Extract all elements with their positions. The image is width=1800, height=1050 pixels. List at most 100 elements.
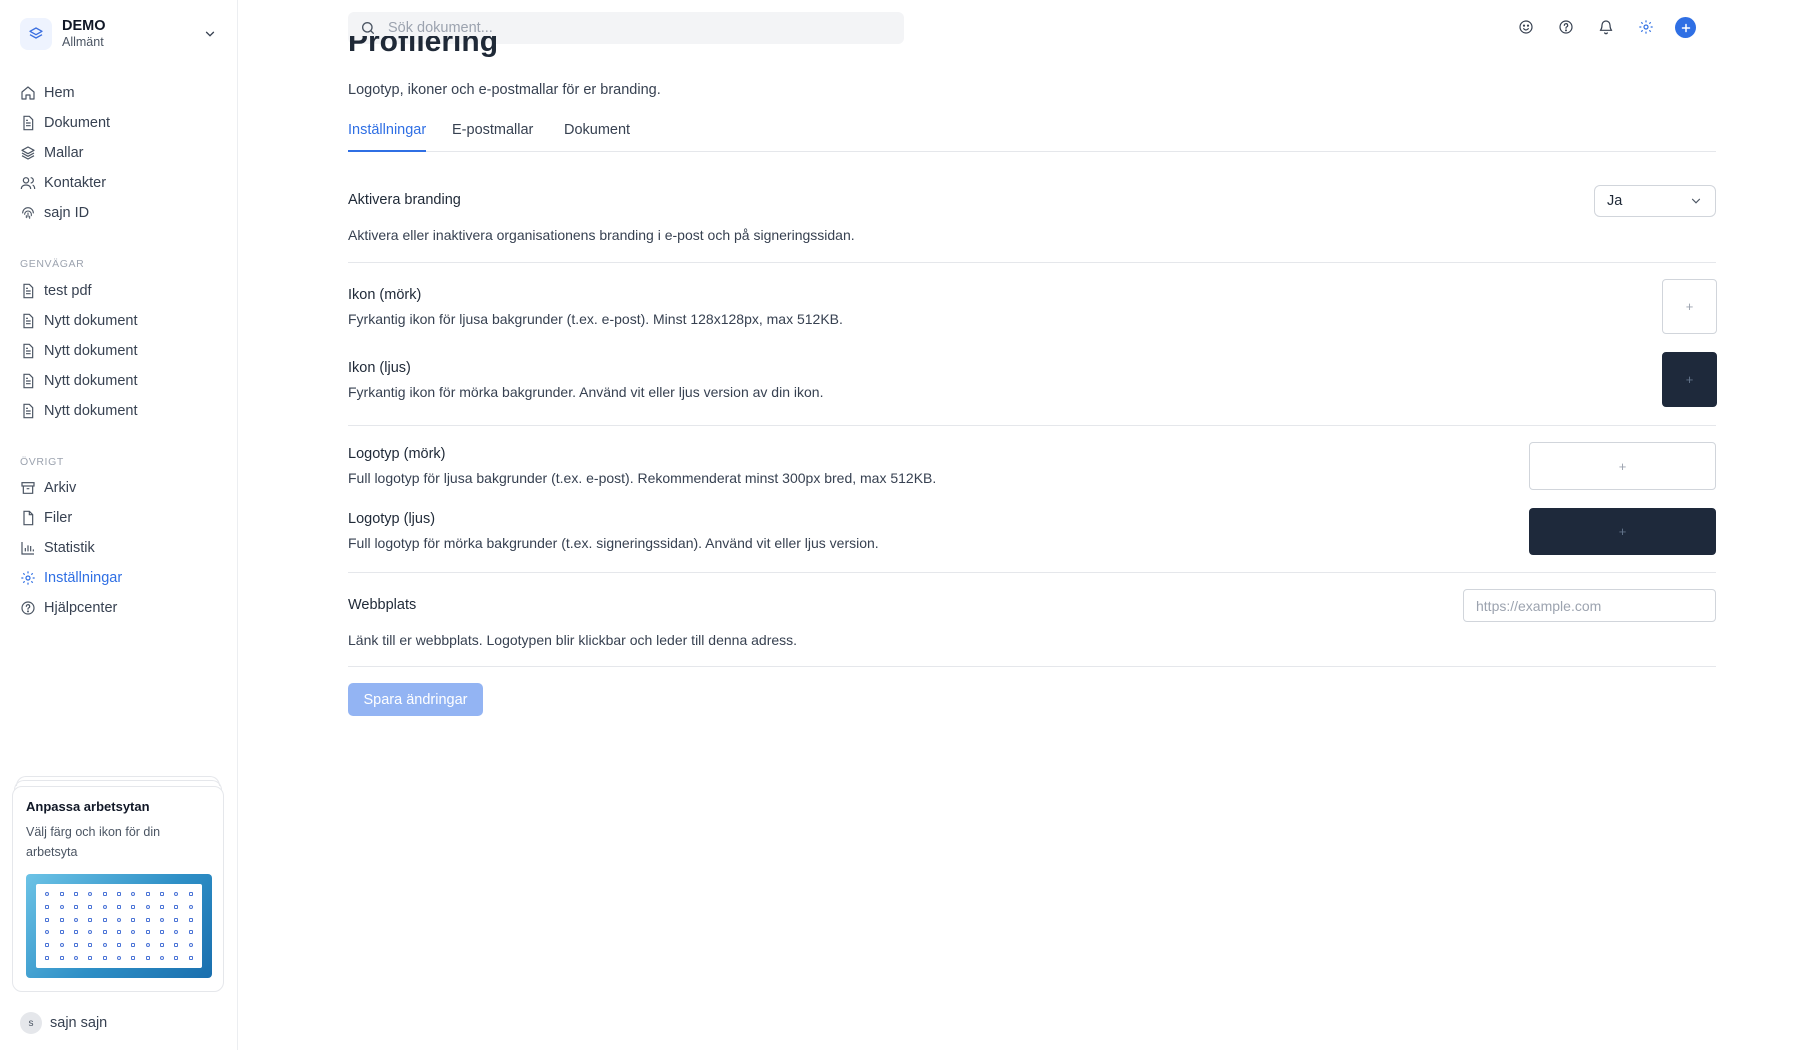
document-icon bbox=[20, 403, 36, 419]
grid-icon bbox=[126, 926, 140, 939]
divider bbox=[348, 666, 1716, 667]
chevron-down-icon[interactable] bbox=[200, 24, 220, 44]
grid-icon bbox=[112, 913, 126, 926]
grid-icon bbox=[69, 888, 83, 901]
icon-dark-upload-button[interactable]: + bbox=[1662, 279, 1717, 334]
customize-workspace-card[interactable]: Anpassa arbetsytan Välj färg och ikon fö… bbox=[12, 786, 224, 992]
document-icon bbox=[20, 283, 36, 299]
grid-icon bbox=[155, 951, 169, 964]
plus-icon: + bbox=[1685, 372, 1694, 387]
grid-icon bbox=[97, 926, 111, 939]
smiley-icon[interactable] bbox=[1515, 16, 1537, 38]
user-menu[interactable]: s sajn sajn bbox=[20, 1012, 107, 1034]
plus-icon: + bbox=[1618, 524, 1627, 539]
grid-icon bbox=[184, 888, 198, 901]
grid-icon bbox=[169, 888, 183, 901]
sidebar-item-label: Arkiv bbox=[44, 480, 77, 496]
grid-icon bbox=[169, 951, 183, 964]
grid-icon bbox=[184, 901, 198, 914]
bell-icon[interactable] bbox=[1595, 16, 1617, 38]
sidebar-item-label: Inställningar bbox=[44, 570, 123, 586]
grid-icon bbox=[184, 913, 198, 926]
sidebar-shortcut[interactable]: Nytt dokument bbox=[12, 307, 224, 335]
sidebar-shortcut[interactable]: Nytt dokument bbox=[12, 337, 224, 365]
grid-icon bbox=[97, 888, 111, 901]
sidebar-item-label: Nytt dokument bbox=[44, 403, 138, 419]
grid-icon bbox=[141, 926, 155, 939]
user-name: sajn sajn bbox=[50, 1015, 108, 1031]
page-title: Profilering bbox=[348, 36, 499, 58]
logo-light-upload-button[interactable]: + bbox=[1529, 508, 1716, 555]
sidebar-item-label: Nytt dokument bbox=[44, 343, 138, 359]
sidebar-item-arkiv[interactable]: Arkiv bbox=[12, 474, 224, 502]
sidebar-item-filer[interactable]: Filer bbox=[12, 504, 224, 532]
icon-dark-description: Fyrkantig ikon för ljusa bakgrunder (t.e… bbox=[348, 311, 843, 327]
branding-select[interactable]: Ja bbox=[1594, 185, 1716, 217]
workspace-name: DEMO bbox=[62, 18, 106, 34]
divider bbox=[348, 572, 1716, 573]
sidebar-item-hjalpcenter[interactable]: Hjälpcenter bbox=[12, 594, 224, 622]
sidebar-item-label: Hem bbox=[44, 85, 75, 101]
promo-description: Välj färg och ikon för din arbetsyta bbox=[26, 825, 161, 859]
logo-dark-title: Logotyp (mörk) bbox=[348, 446, 446, 462]
workspace-logo-icon bbox=[20, 18, 52, 50]
sidebar-item-installningar[interactable]: Inställningar bbox=[12, 564, 224, 592]
sidebar-item-hem[interactable]: Hem bbox=[12, 79, 224, 107]
help-icon bbox=[20, 600, 36, 616]
gear-icon bbox=[20, 570, 36, 586]
branding-description: Aktivera eller inaktivera organisationen… bbox=[348, 227, 855, 243]
sidebar-item-sajn-id[interactable]: sajn ID bbox=[12, 199, 224, 227]
logo-light-description: Full logotyp för mörka bakgrunder (t.ex.… bbox=[348, 535, 879, 551]
logo-dark-upload-button[interactable]: + bbox=[1529, 442, 1716, 490]
search-icon bbox=[360, 20, 376, 36]
tab-installningar[interactable]: Inställningar bbox=[348, 122, 427, 152]
grid-icon bbox=[69, 951, 83, 964]
icon-light-upload-button[interactable]: + bbox=[1662, 352, 1717, 407]
icon-light-title: Ikon (ljus) bbox=[348, 360, 411, 376]
document-icon bbox=[20, 115, 36, 131]
sidebar-item-dokument[interactable]: Dokument bbox=[12, 109, 224, 137]
save-changes-button[interactable]: Spara ändringar bbox=[348, 683, 483, 716]
website-url-input[interactable] bbox=[1463, 589, 1716, 622]
users-icon bbox=[20, 175, 36, 191]
grid-icon bbox=[126, 888, 140, 901]
grid-icon bbox=[112, 951, 126, 964]
grid-icon bbox=[40, 901, 54, 914]
bar-chart-icon bbox=[20, 540, 36, 556]
grid-icon bbox=[141, 901, 155, 914]
help-icon[interactable] bbox=[1555, 16, 1577, 38]
grid-icon bbox=[155, 939, 169, 952]
grid-icon bbox=[155, 901, 169, 914]
grid-icon bbox=[141, 913, 155, 926]
tab-dokument[interactable]: Dokument bbox=[564, 122, 630, 152]
grid-icon bbox=[97, 913, 111, 926]
grid-icon bbox=[184, 939, 198, 952]
sidebar-item-label: Nytt dokument bbox=[44, 373, 138, 389]
sidebar-shortcut[interactable]: test pdf bbox=[12, 277, 224, 305]
plus-icon[interactable] bbox=[1675, 17, 1696, 38]
sidebar-item-statistik[interactable]: Statistik bbox=[12, 534, 224, 562]
workspace-switcher[interactable]: DEMO Allmänt bbox=[20, 14, 220, 54]
search-input[interactable] bbox=[388, 20, 868, 36]
grid-icon bbox=[126, 951, 140, 964]
grid-icon bbox=[112, 926, 126, 939]
grid-icon bbox=[126, 901, 140, 914]
settings-tabs: Inställningar E-postmallar Dokument bbox=[348, 122, 1716, 152]
icon-light-description: Fyrkantig ikon för mörka bakgrunder. Anv… bbox=[348, 384, 824, 400]
promo-title: Anpassa arbetsytan bbox=[26, 799, 150, 814]
sidebar-shortcut[interactable]: Nytt dokument bbox=[12, 367, 224, 395]
grid-icon bbox=[155, 888, 169, 901]
gear-icon[interactable] bbox=[1635, 16, 1657, 38]
workspace-subtitle: Allmänt bbox=[62, 35, 104, 49]
sidebar-item-kontakter[interactable]: Kontakter bbox=[12, 169, 224, 197]
sidebar-shortcut[interactable]: Nytt dokument bbox=[12, 397, 224, 425]
sidebar-item-label: Kontakter bbox=[44, 175, 107, 191]
avatar: s bbox=[20, 1012, 42, 1034]
sidebar-item-mallar[interactable]: Mallar bbox=[12, 139, 224, 167]
tab-e-postmallar[interactable]: E-postmallar bbox=[452, 122, 533, 152]
sidebar-item-label: Hjälpcenter bbox=[44, 600, 118, 616]
grid-icon bbox=[40, 926, 54, 939]
file-icon bbox=[20, 510, 36, 526]
grid-icon bbox=[69, 913, 83, 926]
grid-icon bbox=[169, 939, 183, 952]
